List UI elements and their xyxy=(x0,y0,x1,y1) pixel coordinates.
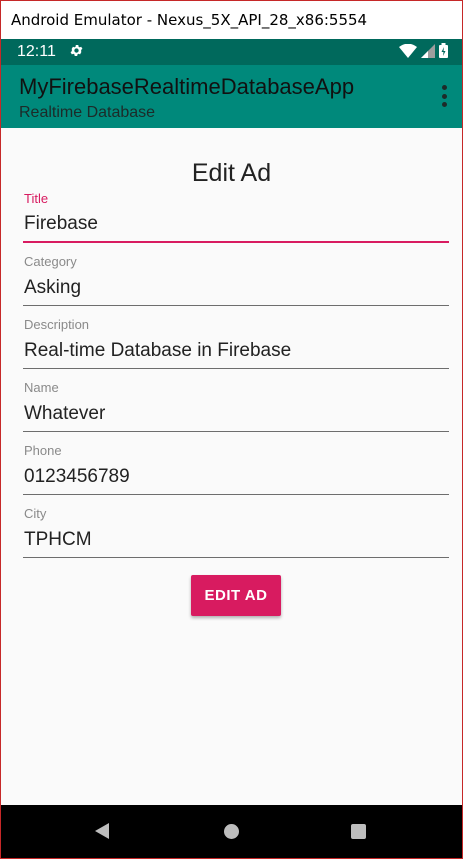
emulator-window: Android Emulator - Nexus_5X_API_28_x86:5… xyxy=(0,0,463,859)
name-field-label: Name xyxy=(24,380,59,395)
app-subtitle: Realtime Database xyxy=(19,104,156,121)
edit-ad-form: Edit Ad Title Category Description Name … xyxy=(1,128,462,805)
signal-icon xyxy=(421,43,435,63)
city-field-label: City xyxy=(24,506,47,521)
description-input[interactable] xyxy=(23,339,449,369)
description-field-label: Description xyxy=(24,317,90,332)
app-title: MyFirebaseRealtimeDatabaseApp xyxy=(19,74,355,99)
category-input[interactable] xyxy=(23,276,449,306)
status-icons xyxy=(399,43,448,63)
title-field-label: Title xyxy=(24,191,49,206)
back-icon[interactable] xyxy=(95,823,109,839)
city-input[interactable] xyxy=(23,528,449,558)
edit-ad-button[interactable]: EDIT AD xyxy=(191,575,281,616)
city-field: City xyxy=(23,506,449,561)
phone-field-label: Phone xyxy=(24,443,62,458)
home-icon[interactable] xyxy=(224,824,239,839)
title-field: Title xyxy=(23,191,449,246)
name-input[interactable] xyxy=(23,402,449,432)
gear-icon xyxy=(69,43,84,62)
status-time: 12:11 xyxy=(17,43,56,60)
navigation-bar xyxy=(1,805,462,858)
category-field: Category xyxy=(23,254,449,309)
app-bar: MyFirebaseRealtimeDatabaseApp Realtime D… xyxy=(1,65,462,128)
wifi-icon xyxy=(399,43,417,63)
status-bar: 12:11 xyxy=(1,39,462,65)
overflow-menu-icon[interactable] xyxy=(442,85,448,107)
phone-field: Phone xyxy=(23,443,449,498)
recents-icon[interactable] xyxy=(351,824,366,839)
window-title: Android Emulator - Nexus_5X_API_28_x86:5… xyxy=(11,11,368,29)
category-field-label: Category xyxy=(24,254,77,269)
phone-input[interactable] xyxy=(23,465,449,495)
description-field: Description xyxy=(23,317,449,372)
battery-icon xyxy=(439,43,448,63)
page-title: Edit Ad xyxy=(191,159,272,187)
title-input[interactable] xyxy=(23,213,449,243)
name-field: Name xyxy=(23,380,449,435)
window-titlebar[interactable]: Android Emulator - Nexus_5X_API_28_x86:5… xyxy=(1,1,462,39)
